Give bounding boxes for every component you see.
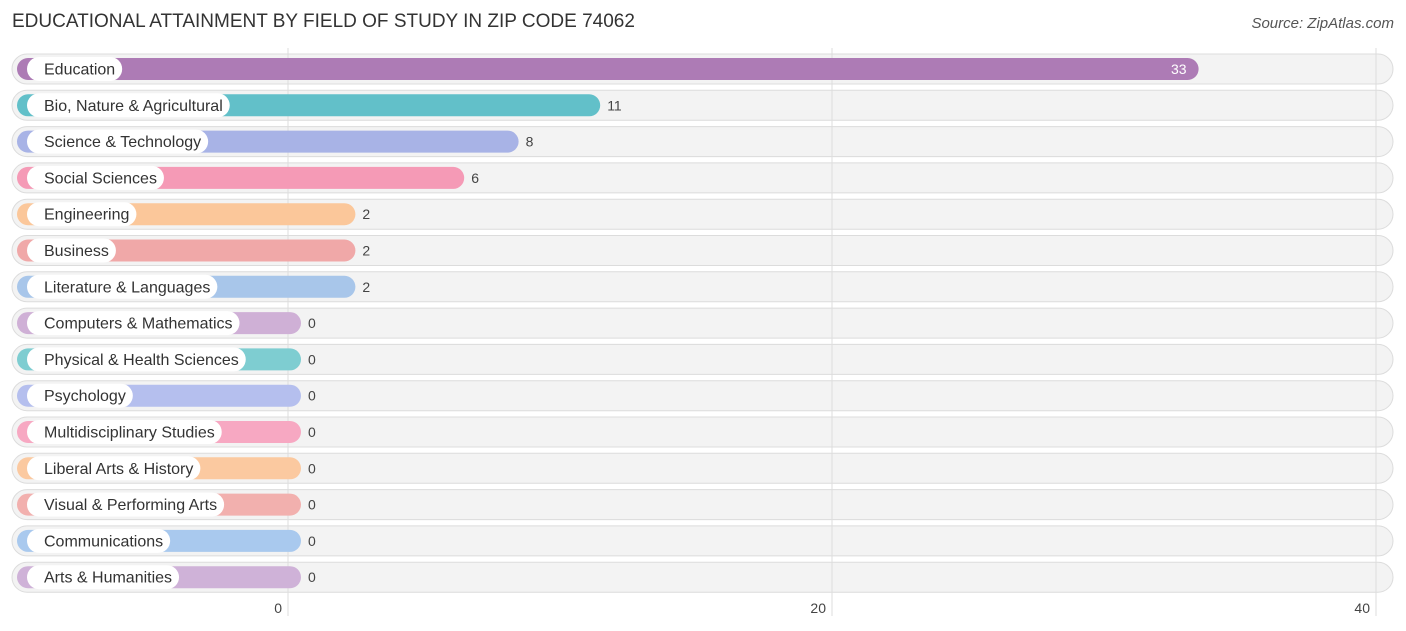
value-label: 0 <box>308 351 316 367</box>
bar-row: Communications 0 <box>17 528 316 553</box>
category-label: Liberal Arts & History <box>44 461 193 478</box>
bar-row: Liberal Arts & History 0 <box>17 456 316 481</box>
bar <box>17 58 1199 80</box>
x-tick-label: 40 <box>1354 600 1370 616</box>
bar-row: Bio, Nature & Agricultural 11 <box>17 93 622 118</box>
category-label: Social Sciences <box>44 170 157 187</box>
category-label: Engineering <box>44 207 129 224</box>
category-label: Arts & Humanities <box>44 570 172 587</box>
value-label: 0 <box>308 569 316 585</box>
category-label: Business <box>44 243 109 260</box>
category-label: Psychology <box>44 388 126 405</box>
value-label: 11 <box>607 97 622 113</box>
bar-row: Arts & Humanities 0 <box>17 565 316 590</box>
value-label: 2 <box>362 279 370 295</box>
bar-row: Literature & Languages 2 <box>17 274 370 299</box>
category-label: Bio, Nature & Agricultural <box>44 98 223 115</box>
category-label: Literature & Languages <box>44 279 210 296</box>
category-label: Communications <box>44 533 163 550</box>
x-tick-label: 20 <box>810 600 826 616</box>
bar-chart: Education 33 Bio, Nature & Agricultural 11 S… <box>11 48 1394 616</box>
bar-row: Computers & Mathematics 0 <box>17 311 316 336</box>
value-label: 0 <box>308 533 316 549</box>
bar-row: Multidisciplinary Studies 0 <box>17 420 316 444</box>
category-label: Education <box>44 62 115 79</box>
bar-row: Visual & Performing Arts 0 <box>17 492 316 517</box>
value-label: 2 <box>362 206 370 222</box>
value-label: 0 <box>308 497 316 513</box>
value-label: 0 <box>308 388 316 404</box>
value-label: 2 <box>362 243 370 259</box>
x-axis-ticks: 0 20 40 <box>274 600 1370 616</box>
category-label: Multidisciplinary Studies <box>44 425 215 442</box>
value-label: 0 <box>308 424 316 440</box>
category-label: Science & Technology <box>44 134 201 151</box>
value-label: 8 <box>526 134 534 150</box>
bar-row: Social Sciences 6 <box>17 165 479 190</box>
bar-row: Psychology 0 <box>17 383 316 408</box>
bar-row: Engineering 2 <box>17 202 370 227</box>
value-label: 0 <box>308 315 316 331</box>
category-label: Physical & Health Sciences <box>44 352 239 369</box>
x-tick-label: 0 <box>274 600 282 616</box>
category-label: Computers & Mathematics <box>44 316 233 333</box>
value-label: 33 <box>1171 61 1187 77</box>
bar-row: Business 2 <box>17 238 370 263</box>
value-label: 0 <box>308 460 316 476</box>
bar-row: Physical & Health Sciences 0 <box>17 347 316 372</box>
bar-row: Education 33 <box>17 57 1199 81</box>
value-label: 6 <box>471 170 479 186</box>
category-label: Visual & Performing Arts <box>44 497 217 514</box>
bar-row: Science & Technology 8 <box>17 129 534 154</box>
